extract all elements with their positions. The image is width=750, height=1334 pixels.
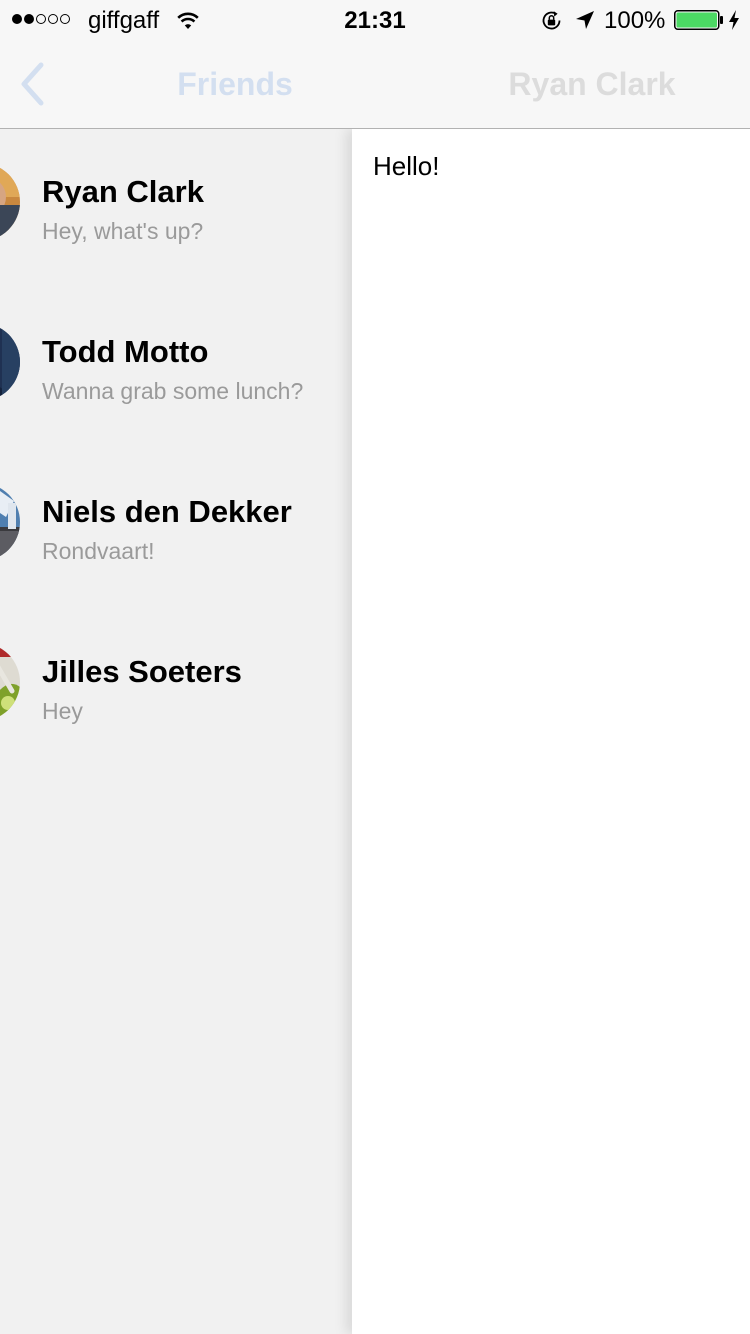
- navigation-bar: Friends Ryan Clark: [0, 40, 750, 129]
- lock-rotation-icon: [542, 11, 561, 30]
- battery-icon: [674, 10, 723, 30]
- avatar: [0, 323, 20, 401]
- battery-percent: 100%: [604, 7, 666, 34]
- friend-last-message: Hey: [42, 698, 83, 724]
- friend-name: Jilles Soeters: [42, 654, 242, 689]
- friend-last-message: Wanna grab some lunch?: [42, 378, 304, 404]
- friend-name: Ryan Clark: [42, 174, 204, 209]
- friend-last-message: Hey, what's up?: [42, 218, 204, 244]
- friends-list: Ryan Clark Hey, what's up? Todd Motto Wa…: [0, 129, 352, 1334]
- avatar: [0, 163, 20, 241]
- friend-name: Todd Motto: [42, 334, 209, 369]
- friend-item-niels-den-dekker[interactable]: Niels den Dekker Rondvaart!: [0, 449, 352, 609]
- friend-last-message: Rondvaart!: [42, 538, 155, 564]
- friends-title: Friends: [177, 66, 293, 102]
- back-button[interactable]: [10, 56, 54, 112]
- friend-item-ryan-clark[interactable]: Ryan Clark Hey, what's up?: [0, 129, 352, 289]
- friend-name: Niels den Dekker: [42, 494, 292, 529]
- chat-message: Hello!: [373, 151, 440, 181]
- status-bar: giffgaff 21:31 100%: [0, 0, 750, 40]
- chat-title: Ryan Clark: [508, 66, 676, 102]
- avatar: [0, 483, 20, 561]
- location-icon: [576, 11, 594, 29]
- chevron-left-icon: [21, 62, 44, 106]
- charging-icon: [729, 10, 739, 30]
- chat-panel: Hello!: [352, 129, 750, 1334]
- friend-item-todd-motto[interactable]: Todd Motto Wanna grab some lunch?: [0, 289, 352, 449]
- friend-item-jilles-soeters[interactable]: Jilles Soeters Hey: [0, 609, 352, 769]
- avatar: [0, 643, 20, 721]
